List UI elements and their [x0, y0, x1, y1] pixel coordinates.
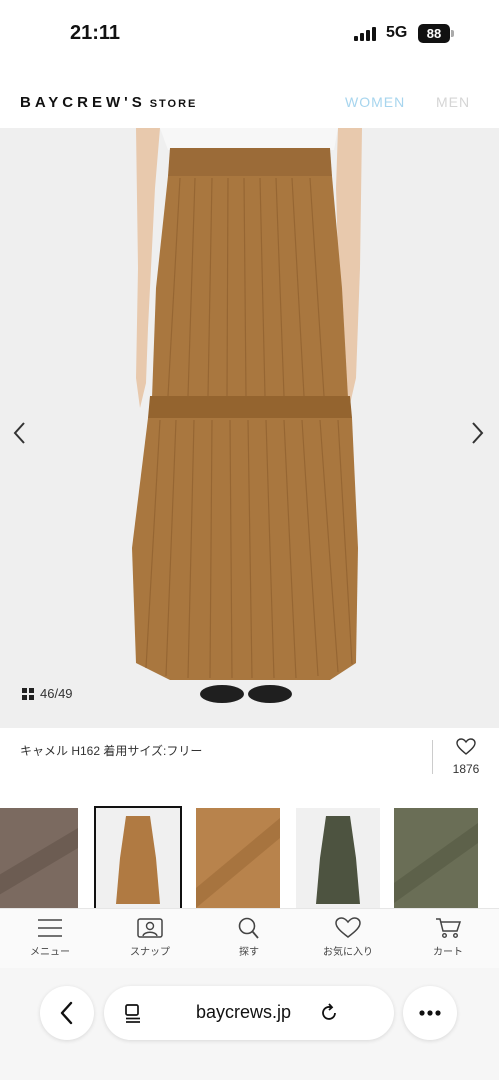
divider — [432, 740, 433, 774]
product-image[interactable]: 46/49 — [0, 128, 499, 728]
site-header: BAYCREW'S STORE WOMEN MEN — [0, 66, 499, 128]
nav-label: スナップ — [130, 947, 170, 958]
nav-cart[interactable]: カート — [408, 917, 488, 958]
more-options-button[interactable] — [403, 986, 457, 1040]
thumbnail-image — [0, 808, 78, 908]
back-button[interactable] — [40, 986, 94, 1040]
url-text: baycrews.jp — [196, 1002, 292, 1022]
battery-tip — [451, 30, 454, 37]
nav-label: カート — [433, 947, 463, 958]
battery-icon: 88 — [418, 24, 450, 43]
address-bar[interactable]: baycrews.jp — [104, 986, 394, 1040]
grid-icon — [22, 687, 34, 700]
heart-icon — [335, 917, 361, 938]
nav-men[interactable]: MEN — [436, 94, 470, 110]
logo-sub: STORE — [149, 98, 198, 110]
thumbnail-5[interactable] — [394, 808, 478, 908]
thumbnail-image — [296, 808, 380, 908]
nav-label: メニュー — [30, 947, 70, 958]
status-bar: 21:11 5G 88 — [0, 0, 499, 66]
thumbnail-image — [196, 808, 280, 908]
site-logo[interactable]: BAYCREW'S STORE — [20, 94, 197, 111]
thumbnail-strip — [0, 806, 499, 910]
thumbnail-image — [394, 808, 478, 908]
nav-menu[interactable]: メニュー — [10, 917, 90, 958]
image-counter[interactable]: 46/49 — [22, 686, 73, 701]
nav-women[interactable]: WOMEN — [345, 94, 405, 110]
thumbnail-3[interactable] — [196, 808, 280, 908]
cart-icon — [436, 918, 462, 939]
nav-label: 探す — [239, 947, 259, 958]
image-counter-text: 46/49 — [40, 686, 73, 701]
next-image-arrow-icon[interactable] — [467, 420, 487, 446]
thumbnail-1[interactable] — [0, 808, 78, 908]
thumbnail-4[interactable] — [296, 808, 380, 908]
status-time: 21:11 — [70, 22, 121, 44]
page-menu-icon[interactable] — [122, 1002, 144, 1024]
reload-icon[interactable] — [318, 1002, 340, 1024]
nav-search[interactable]: 探す — [209, 917, 289, 958]
network-type: 5G — [386, 24, 408, 41]
snap-icon — [137, 918, 163, 938]
bottom-navigation: メニュー スナップ 探す お気に入り カート — [0, 908, 499, 968]
thumbnail-image — [96, 808, 180, 908]
menu-icon — [38, 919, 62, 937]
signal-icon — [354, 27, 380, 41]
caption-row: キャメル H162 着用サイズ:フリー 1876 — [0, 728, 499, 800]
browser-toolbar: baycrews.jp — [0, 968, 499, 1080]
logo-main: BAYCREW'S — [20, 94, 146, 111]
search-icon — [238, 917, 259, 939]
skirt-photo — [0, 128, 499, 728]
more-icon — [419, 1010, 441, 1016]
image-caption: キャメル H162 着用サイズ:フリー — [20, 744, 203, 758]
back-arrow-icon — [60, 1001, 73, 1025]
thumbnail-2[interactable] — [94, 806, 182, 910]
nav-snap[interactable]: スナップ — [110, 917, 190, 958]
favorite-heart-icon[interactable] — [456, 738, 476, 756]
favorite-count: 1876 — [452, 762, 480, 776]
nav-favorites[interactable]: お気に入り — [308, 917, 388, 958]
previous-image-arrow-icon[interactable] — [10, 420, 30, 446]
nav-label: お気に入り — [323, 947, 373, 958]
